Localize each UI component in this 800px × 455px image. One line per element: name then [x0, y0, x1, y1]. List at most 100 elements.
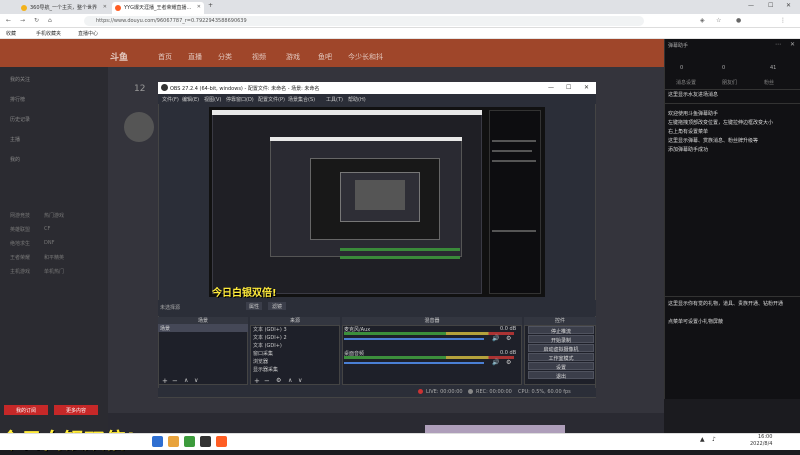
stop-stream-button[interactable]: 停止推流 [528, 326, 594, 335]
studio-mode-button[interactable]: 工作室模式 [528, 353, 594, 362]
speaker-icon[interactable]: 🔊 [492, 335, 499, 342]
close-icon[interactable]: ✕ [197, 4, 201, 10]
panel-tab[interactable]: 粉丝 [764, 79, 774, 86]
add-scene-icon[interactable]: + [162, 377, 168, 385]
menu-icon[interactable]: ⋮ [780, 17, 786, 24]
menu-item[interactable]: 场景集合(S) [288, 96, 315, 103]
category-item[interactable]: 单机热门 [44, 268, 64, 275]
volume-slider[interactable] [344, 338, 484, 340]
reload-icon[interactable]: ↻ [34, 17, 39, 24]
folder-icon[interactable] [168, 436, 179, 447]
sidebar-item[interactable]: 我的 [10, 156, 20, 163]
speaker-icon[interactable]: 🔊 [492, 359, 499, 366]
source-item[interactable]: 浏览器 [253, 358, 268, 365]
category-item[interactable]: 热门游戏 [44, 212, 64, 219]
more-button[interactable]: 更多内容 [54, 405, 98, 415]
source-settings-icon[interactable]: ⚙ [276, 377, 281, 384]
subscribe-button[interactable]: 我的订阅 [4, 405, 48, 415]
properties-button[interactable]: 属性 [246, 302, 262, 310]
volume-slider[interactable] [344, 362, 484, 364]
source-item[interactable]: 文本 (GDI+) 2 [253, 334, 287, 341]
exit-button[interactable]: 退出 [528, 371, 594, 380]
bookmark-item[interactable]: 手机收藏夹 [36, 30, 61, 37]
category-item[interactable]: 绝地求生 [10, 240, 30, 247]
menu-item[interactable]: 停靠窗口(D) [226, 96, 254, 103]
nav-item[interactable]: 分类 [218, 52, 232, 62]
filters-button[interactable]: 滤镜 [268, 302, 286, 310]
category-item[interactable]: DNF [44, 240, 54, 246]
start-recording-button[interactable]: 开始录制 [528, 335, 594, 344]
panel-tab[interactable]: 消息设置 [676, 79, 696, 86]
site-logo: 斗鱼 [110, 53, 129, 63]
category-item[interactable]: 王者荣耀 [10, 254, 30, 261]
move-down-icon[interactable]: ∨ [194, 377, 198, 384]
source-item[interactable]: 文本 (GDI+) [253, 342, 282, 349]
douyu-icon[interactable] [216, 436, 227, 447]
home-icon[interactable]: ⌂ [48, 17, 52, 24]
nav-item[interactable]: 游戏 [286, 52, 300, 62]
category-item[interactable]: CF [44, 226, 50, 232]
source-item[interactable]: 显示器采集 [253, 366, 278, 373]
scene-item[interactable]: 场景 [158, 324, 248, 332]
source-item[interactable]: 文本 (GDI+) 3 [253, 326, 287, 333]
nested-chat-line [492, 140, 536, 142]
minimize-icon[interactable]: — [748, 2, 754, 9]
menu-item[interactable]: 编辑(E) [182, 96, 199, 103]
nav-item[interactable]: 视频 [252, 52, 266, 62]
nav-item[interactable]: 鱼吧 [318, 52, 332, 62]
bookmark-item[interactable]: 收藏 [6, 30, 16, 37]
close-icon[interactable]: ✕ [790, 41, 795, 48]
virtual-camera-button[interactable]: 启动虚拟摄像机 [528, 344, 594, 353]
close-icon[interactable]: ✕ [584, 84, 589, 91]
menu-item[interactable]: 视图(V) [204, 96, 221, 103]
category-item[interactable]: 英雄联盟 [10, 226, 30, 233]
move-up-icon[interactable]: ∧ [184, 377, 188, 384]
bookmark-item[interactable]: 直播中心 [78, 30, 98, 37]
minimize-icon[interactable]: — [548, 84, 554, 91]
new-tab-button[interactable]: + [208, 2, 213, 9]
panel-tab[interactable]: 朋友们 [722, 79, 737, 86]
settings-button[interactable]: 设置 [528, 362, 594, 371]
move-down-icon[interactable]: ∨ [298, 377, 302, 384]
start-icon[interactable] [152, 436, 163, 447]
volume-icon[interactable]: ♪ [712, 436, 716, 443]
nav-item[interactable]: 今少长和抖 [348, 52, 383, 62]
url-input[interactable]: https://www.douyu.com/96067787_r=0.79229… [84, 16, 644, 26]
extension-icon[interactable]: ◈ [700, 17, 705, 24]
gear-icon[interactable]: ⚙ [506, 335, 511, 342]
close-window-icon[interactable]: ✕ [786, 2, 791, 9]
sidebar-item[interactable]: 主播 [10, 136, 20, 143]
remove-source-icon[interactable]: − [264, 377, 270, 385]
maximize-icon[interactable]: ☐ [566, 84, 571, 91]
remove-scene-icon[interactable]: − [172, 377, 178, 385]
profile-icon[interactable]: ● [736, 17, 741, 24]
browser-tab-1[interactable]: 360导航_一个主页，整个世界 ✕ [18, 2, 110, 14]
category-item[interactable]: 和平精英 [44, 254, 64, 261]
move-up-icon[interactable]: ∧ [288, 377, 292, 384]
menu-item[interactable]: 帮助(H) [348, 96, 366, 103]
sidebar-item[interactable]: 历史记录 [10, 116, 30, 123]
more-icon[interactable]: ⋯ [775, 41, 781, 48]
browser-icon[interactable] [184, 436, 195, 447]
gear-icon[interactable]: ⚙ [506, 359, 511, 366]
category-item[interactable]: 主机游戏 [10, 268, 30, 275]
nav-item[interactable]: 直播 [188, 52, 202, 62]
category-item[interactable]: 网游竞技 [10, 212, 30, 219]
sidebar-item[interactable]: 排行榜 [10, 96, 25, 103]
menu-item[interactable]: 配置文件(P) [258, 96, 285, 103]
obs-icon[interactable] [200, 436, 211, 447]
source-item[interactable]: 窗口采集 [253, 350, 273, 357]
browser-tab-2[interactable]: YYG爆天涯播_王者荣耀直播... ✕ [112, 2, 204, 14]
network-icon[interactable]: ▲ [700, 436, 705, 443]
add-source-icon[interactable]: + [254, 377, 260, 385]
menu-item[interactable]: 工具(T) [326, 96, 343, 103]
divider [664, 296, 800, 297]
maximize-icon[interactable]: ☐ [768, 2, 773, 9]
nav-item[interactable]: 首页 [158, 52, 172, 62]
back-icon[interactable]: ← [6, 17, 11, 24]
forward-icon[interactable]: → [20, 17, 25, 24]
star-icon[interactable]: ☆ [716, 17, 721, 24]
close-icon[interactable]: ✕ [103, 4, 107, 10]
menu-item[interactable]: 文件(F) [162, 96, 179, 103]
sidebar-item[interactable]: 我的关注 [10, 76, 30, 83]
